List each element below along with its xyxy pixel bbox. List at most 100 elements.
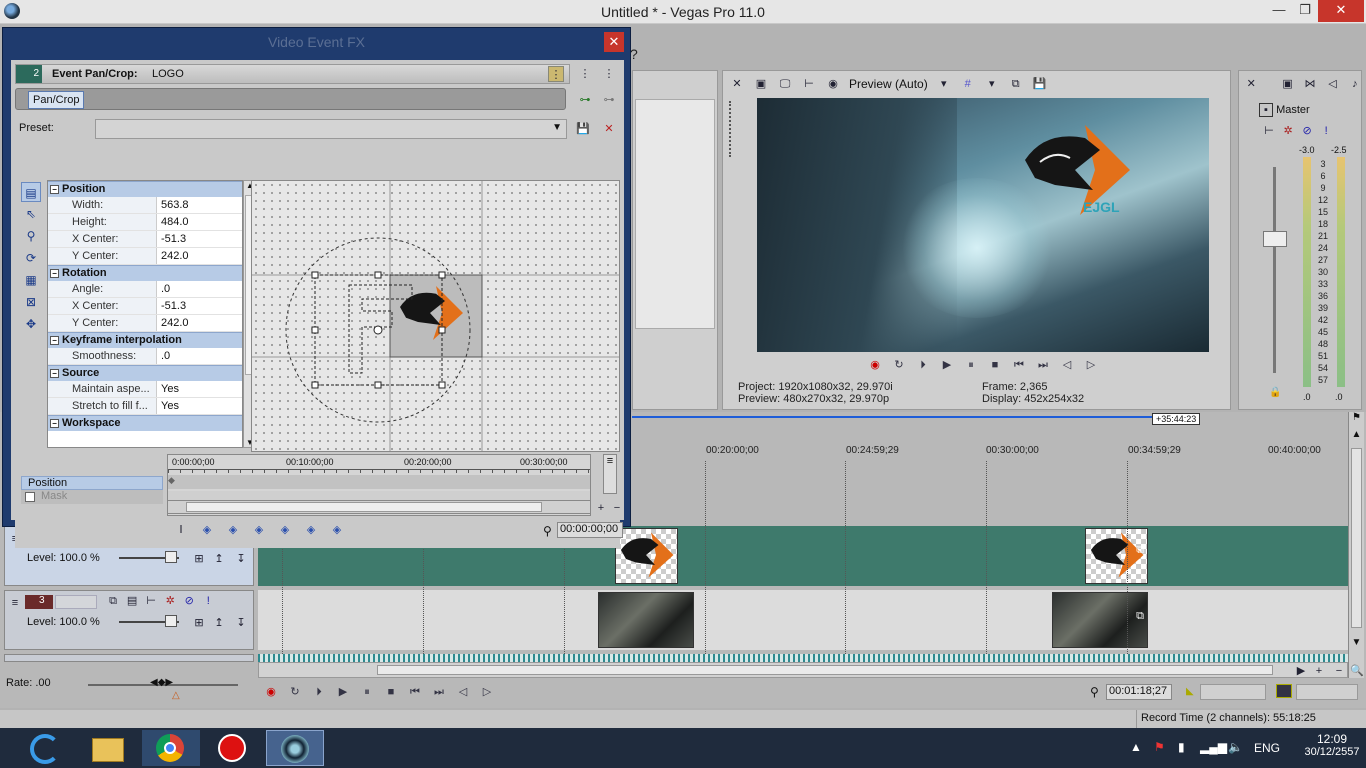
close-panel-icon[interactable]: ✕ <box>1245 76 1257 92</box>
copy-snapshot-icon[interactable]: ⧉ <box>1008 76 1024 92</box>
network-icon[interactable]: ▂▄▆ <box>1200 740 1227 754</box>
scroll-down-icon[interactable]: ▼ <box>1349 637 1364 648</box>
play-icon[interactable]: ▶ <box>336 685 350 699</box>
selection-length-field[interactable] <box>1296 684 1358 700</box>
normal-edit-tool-icon[interactable]: ⇖ <box>21 204 41 224</box>
save-preset-icon[interactable]: 💾 <box>575 121 591 137</box>
add-plugin-icon[interactable]: ⊶ <box>577 92 593 108</box>
kf-vscroll[interactable]: ≡ <box>603 454 617 494</box>
kf-timecode[interactable]: 00:00:00;00 <box>557 522 623 538</box>
close-button[interactable]: ✕ <box>1318 0 1364 22</box>
maximize-button[interactable]: ❐ <box>1290 0 1320 22</box>
lock-icon[interactable]: 🔒 <box>1269 387 1281 398</box>
zoom-tool-icon[interactable]: ⚲ <box>21 226 41 246</box>
chevron-down-icon[interactable]: ▾ <box>936 76 952 92</box>
mask-checkbox[interactable] <box>25 492 35 502</box>
remove-plugin-icon[interactable]: ⊶ <box>601 92 617 108</box>
make-child-icon[interactable]: ↧ <box>233 551 249 567</box>
kf-lane-position[interactable] <box>168 475 590 489</box>
chrome-taskbar-icon[interactable] <box>142 730 200 766</box>
track-lane-3[interactable]: ⧉ <box>258 590 1348 650</box>
compositing-icon[interactable]: ▤ <box>124 593 140 609</box>
overlays-grid-icon[interactable]: # <box>960 76 976 92</box>
solo-icon[interactable]: ! <box>1318 123 1334 139</box>
play-from-start-icon[interactable]: ⏵ <box>312 685 326 699</box>
collapse-icon[interactable]: − <box>50 419 59 428</box>
marker-flag-icon[interactable]: ⚑ <box>1349 412 1364 423</box>
kf-zoom-in-icon[interactable]: + <box>593 500 609 516</box>
go-to-start-icon[interactable]: ⏮ <box>408 685 422 699</box>
track-header-3[interactable]: ≡ 3 ⧉ ▤ ⊢ ✲ ⊘ ! Level: 100.0 % ⊞ ↥ ↧ <box>4 590 254 650</box>
track-motion-icon[interactable]: ⧉ <box>105 593 121 609</box>
collapse-icon[interactable]: − <box>50 369 59 378</box>
ie-taskbar-icon[interactable] <box>18 730 76 766</box>
explorer-taskbar-icon[interactable] <box>80 730 138 766</box>
collapse-icon[interactable]: − <box>50 269 59 278</box>
chevron-down-icon[interactable]: ▾ <box>984 76 1000 92</box>
fx-close-button[interactable]: ✕ <box>604 32 624 52</box>
cursor-timecode[interactable]: 00:01:18;27 <box>1106 684 1172 700</box>
chevron-down-icon[interactable]: ▼ <box>552 122 562 133</box>
stop-icon[interactable]: ■ <box>384 685 398 699</box>
automation-icon[interactable]: ⊢ <box>1261 123 1277 139</box>
pan-crop-workspace[interactable] <box>251 180 620 452</box>
panel-grip[interactable] <box>729 101 737 157</box>
last-keyframe-icon[interactable]: ◈ <box>277 522 293 538</box>
property-value[interactable]: 484.0 <box>156 214 242 230</box>
property-value[interactable]: 242.0 <box>156 248 242 264</box>
snap-to-grid-icon[interactable]: ▦ <box>21 270 41 290</box>
delete-keyframe-icon[interactable]: ◈ <box>329 522 345 538</box>
play-icon[interactable]: ▶ <box>940 358 954 372</box>
fx-dialog-title[interactable]: Video Event FX <box>3 28 630 56</box>
collapse-icon[interactable]: − <box>50 336 59 345</box>
track-name-field[interactable] <box>55 595 97 609</box>
play-from-start-icon[interactable]: ⏵ <box>916 358 930 372</box>
kf-hscroll[interactable] <box>167 500 591 514</box>
vegas-taskbar-icon[interactable] <box>266 730 324 766</box>
keyframe-marker-icon[interactable]: ◆ <box>168 475 175 486</box>
make-parent-icon[interactable]: ↥ <box>211 615 227 631</box>
master-fader-handle[interactable] <box>1263 231 1287 247</box>
section-header[interactable]: − Workspace <box>48 415 242 431</box>
section-header[interactable]: − Rotation <box>48 265 242 281</box>
kf-zoom-out-icon[interactable]: − <box>609 500 625 516</box>
split-screen-icon[interactable]: ⊢ <box>801 76 817 92</box>
properties-toggle-icon[interactable]: ▤ <box>21 182 41 202</box>
volume-icon[interactable]: 🔈 <box>1228 740 1243 754</box>
property-value[interactable]: -51.3 <box>156 231 242 247</box>
property-value[interactable]: Yes <box>156 381 242 397</box>
plugin-chain-icon[interactable]: ⋮ <box>548 66 564 82</box>
mute-icon[interactable]: ⊘ <box>1299 123 1315 139</box>
video-event-thumb[interactable] <box>598 592 694 648</box>
property-value[interactable]: .0 <box>156 281 242 297</box>
preview-quality-select[interactable]: Preview (Auto) <box>849 77 928 91</box>
logo-event-thumb[interactable] <box>615 528 678 584</box>
monitor-icon[interactable]: 🖵 <box>777 76 793 92</box>
input-language[interactable]: ENG <box>1254 741 1280 755</box>
action-center-icon[interactable]: ⚑ <box>1154 740 1165 754</box>
track-header-4-partial[interactable] <box>4 654 254 662</box>
insert-bus-icon[interactable]: ▣ <box>1281 76 1293 92</box>
property-value[interactable]: Yes <box>156 398 242 414</box>
move-freely-icon[interactable]: ✥ <box>21 314 41 334</box>
make-child-icon[interactable]: ↧ <box>233 615 249 631</box>
sync-cursor-icon[interactable]: Ⅰ <box>173 522 189 538</box>
composite-mode-icon[interactable]: ⊞ <box>191 615 207 631</box>
record-icon[interactable]: ◉ <box>868 358 882 372</box>
battery-icon[interactable]: ▮ <box>1178 740 1185 754</box>
automation-icon[interactable]: ⊢ <box>143 593 159 609</box>
zoom-tool-icon[interactable]: 🔍 <box>1350 664 1364 677</box>
properties-icon[interactable]: ▣ <box>753 76 769 92</box>
close-panel-icon[interactable]: ✕ <box>729 76 745 92</box>
tray-show-hidden-icon[interactable]: ▲ <box>1130 740 1142 754</box>
kf-hscroll-thumb[interactable] <box>186 502 542 512</box>
loop-icon[interactable]: ↻ <box>892 358 906 372</box>
property-value[interactable]: 242.0 <box>156 315 242 331</box>
mute-icon[interactable]: ⊘ <box>181 593 197 609</box>
property-value[interactable]: .0 <box>156 348 242 364</box>
delete-preset-icon[interactable]: ✕ <box>601 121 617 137</box>
section-header[interactable]: − Position <box>48 181 242 197</box>
solo-icon[interactable]: ! <box>200 593 216 609</box>
first-keyframe-icon[interactable]: ◈ <box>199 522 215 538</box>
property-value[interactable]: 563.8 <box>156 197 242 213</box>
